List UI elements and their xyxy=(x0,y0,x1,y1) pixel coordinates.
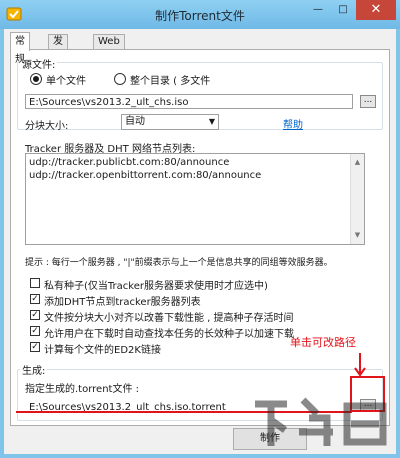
tab-general[interactable]: 常规 xyxy=(10,32,30,65)
checkbox-private[interactable] xyxy=(30,278,40,288)
title-bar[interactable]: 制作Torrent文件 — □ ✕ xyxy=(0,0,400,29)
radio-single-file-label: 单个文件 xyxy=(46,76,86,87)
tab-web-seed[interactable]: Web种子 xyxy=(93,34,125,61)
general-panel: 源文件: 单个文件 整个目录 ( 多文件 E:\Sources\vs2013.2… xyxy=(10,49,390,426)
checkbox-long-seed[interactable]: ✓ xyxy=(30,326,40,336)
source-group-title: 源文件: xyxy=(20,56,58,71)
chevron-down-icon: ▼ xyxy=(208,117,215,126)
checkbox-ed2k[interactable]: ✓ xyxy=(30,342,40,352)
radio-single-file[interactable] xyxy=(30,73,42,85)
output-file-label: 指定生成的.torrent文件 : xyxy=(25,384,140,395)
checkbox-align[interactable]: ✓ xyxy=(30,310,40,320)
checkbox-dht-label: 添加DHT节点到tracker服务器列表 xyxy=(44,297,201,308)
checkbox-private-label: 私有种子(仅当Tracker服务器要求使用时才应选中) xyxy=(44,281,268,292)
checkbox-ed2k-label: 计算每个文件的ED2K链接 xyxy=(44,345,161,356)
chunk-size-value: 自动 xyxy=(125,116,145,127)
chunk-size-label: 分块大小: xyxy=(25,121,69,132)
tracker-line: udp://tracker.openbittorrent.com:80/anno… xyxy=(29,170,262,181)
tracker-line: udp://tracker.publicbt.com:80/announce xyxy=(29,157,230,168)
annotation-text: 单击可改路径 xyxy=(290,336,356,349)
make-torrent-window: 制作Torrent文件 — □ ✕ 常规 发布者 Web种子 源文件: 单个文件… xyxy=(0,0,400,458)
annotation-arrow-icon xyxy=(354,353,366,377)
scroll-down-icon[interactable]: ▼ xyxy=(351,229,364,242)
checkbox-long-seed-label: 允许用户在下载时自动查找本任务的长效种子以加速下载 xyxy=(44,329,294,340)
source-browse-button[interactable]: ... xyxy=(360,95,376,108)
scroll-up-icon[interactable]: ▲ xyxy=(351,156,364,169)
radio-directory[interactable] xyxy=(114,73,126,85)
tracker-list-textarea[interactable]: udp://tracker.publicbt.com:80/announce u… xyxy=(25,153,365,245)
source-path-input[interactable]: E:\Sources\vs2013.2_ult_chs.iso xyxy=(25,94,353,109)
radio-directory-label: 整个目录 ( 多文件 xyxy=(130,76,211,87)
help-link[interactable]: 帮助 xyxy=(283,116,303,131)
chunk-size-select[interactable]: 自动 ▼ xyxy=(121,114,219,130)
tab-publisher[interactable]: 发布者 xyxy=(48,34,68,75)
checkbox-dht[interactable]: ✓ xyxy=(30,294,40,304)
minimize-button[interactable]: — xyxy=(306,0,330,20)
watermark-logo xyxy=(255,397,387,446)
close-button[interactable]: ✕ xyxy=(356,0,396,20)
checkbox-align-label: 文件按分块大小对齐以改善下载性能 , 提高种子存活时间 xyxy=(44,313,294,324)
tracker-scrollbar[interactable]: ▲ ▼ xyxy=(350,154,364,244)
output-group-title: 生成: xyxy=(20,362,48,377)
maximize-button[interactable]: □ xyxy=(331,0,355,20)
tracker-hint: 提示 : 每行一个服务器 , "|"前缀表示与上一个是信息共享的同组等效服务器。 xyxy=(25,258,333,268)
